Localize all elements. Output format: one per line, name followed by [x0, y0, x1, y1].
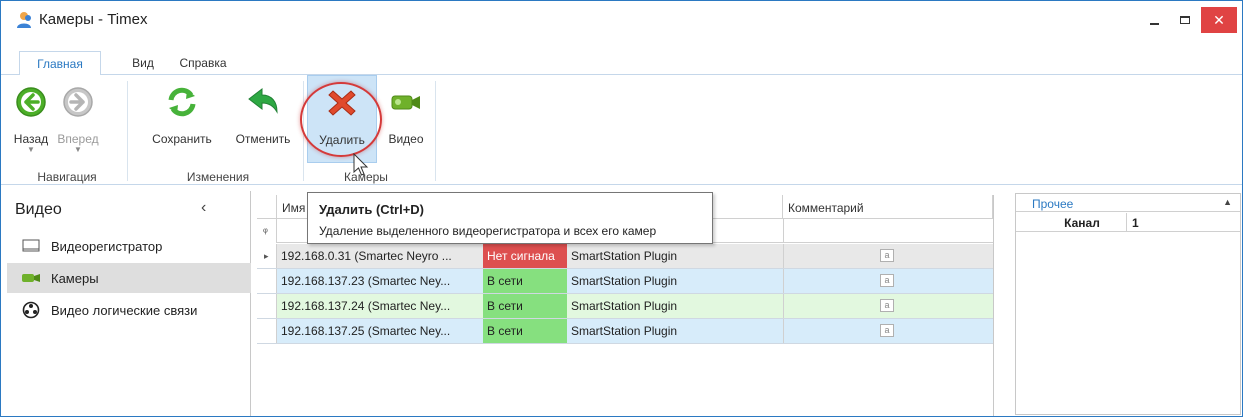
property-key: Канал [1064, 216, 1100, 230]
row-indicator[interactable]: ▸ [257, 244, 277, 268]
table-row[interactable]: 192.168.137.23 (Smartec Ney... В сети Smar… [257, 269, 993, 294]
video-label: Видео [388, 132, 424, 146]
table-row[interactable]: 192.168.137.25 (Smartec Ney... В сети Smar… [257, 319, 993, 344]
tab-help[interactable]: Справка [173, 51, 233, 75]
camera-name-cell[interactable]: 192.168.137.24 (Smartec Ney... [277, 294, 483, 318]
undo-icon [248, 87, 278, 114]
tab-home[interactable]: Главная [19, 51, 101, 76]
video-button[interactable]: Видео [381, 75, 431, 165]
highlight-circle [300, 82, 382, 157]
status-cell[interactable]: В сети [483, 294, 567, 318]
property-value[interactable]: 1 [1132, 216, 1139, 230]
source-cell[interactable]: SmartStation Plugin [567, 294, 783, 318]
nav-item-cameras[interactable]: Камеры [7, 263, 251, 293]
camera-icon [19, 269, 43, 287]
tooltip-title: Удалить (Ctrl+D) [319, 202, 424, 217]
row-indicator-header [257, 195, 277, 219]
property-category-label: Прочее [1032, 197, 1074, 211]
comment-cell[interactable]: a [783, 294, 993, 318]
column-header-comment[interactable]: Комментарий [783, 195, 993, 219]
title-bar: Камеры - Timex ✕ [1, 1, 1242, 41]
row-indicator[interactable] [257, 319, 277, 343]
camera-name-cell[interactable]: 192.168.0.31 (Smartec Neyro ... [277, 244, 483, 268]
comment-edit-icon[interactable]: a [880, 274, 894, 287]
comment-edit-icon[interactable]: a [880, 324, 894, 337]
delete-tooltip: Удалить (Ctrl+D) Удаление выделенного ви… [307, 192, 713, 244]
group-separator [435, 81, 436, 181]
back-button[interactable]: Назад ▼ [13, 75, 49, 165]
collapse-panel-icon[interactable]: ‹ [201, 199, 206, 217]
comment-edit-icon[interactable]: a [880, 249, 894, 262]
back-dropdown-icon[interactable]: ▼ [13, 145, 49, 154]
tooltip-description: Удаление выделенного видеорегистратора и… [319, 224, 657, 238]
filter-cell[interactable] [783, 219, 993, 243]
save-button[interactable]: Сохранить [144, 75, 220, 165]
status-cell[interactable]: Нет сигнала [483, 244, 567, 268]
ribbon: Назад ▼ Вперед ▼ Навигация Сохранить Отм… [1, 75, 1242, 185]
status-cell[interactable]: В сети [483, 269, 567, 293]
source-cell[interactable]: SmartStation Plugin [567, 269, 783, 293]
link-icon [19, 301, 43, 319]
nav-item-label: Видео логические связи [51, 302, 198, 318]
mouse-cursor-icon [353, 153, 369, 176]
property-category[interactable]: Прочее ▲ [1016, 194, 1240, 212]
collapse-icon[interactable]: ▲ [1223, 197, 1232, 207]
group-separator [127, 81, 128, 181]
camera-name-cell[interactable]: 192.168.137.25 (Smartec Ney... [277, 319, 483, 343]
grid-border [993, 195, 994, 416]
forward-arrow-icon [63, 87, 93, 117]
nav-item-label: Видеорегистратор [51, 238, 163, 254]
close-icon: ✕ [1213, 11, 1225, 28]
camera-icon [391, 95, 420, 110]
property-separator [1126, 213, 1127, 232]
close-button[interactable]: ✕ [1201, 7, 1237, 33]
nav-item-dvr[interactable]: Видеорегистратор [7, 231, 251, 261]
app-window: Камеры - Timex ✕ Главная Вид Справка Наз… [0, 0, 1243, 417]
source-cell[interactable]: SmartStation Plugin [567, 319, 783, 343]
row-indicator[interactable] [257, 269, 277, 293]
back-arrow-icon [16, 87, 46, 117]
group-label-navigation: Навигация [37, 170, 97, 184]
window-title: Камеры - Timex [39, 11, 148, 28]
source-cell[interactable]: SmartStation Plugin [567, 244, 783, 268]
nav-item-label: Камеры [51, 270, 99, 286]
minimize-icon [1149, 23, 1159, 25]
nav-item-links[interactable]: Видео логические связи [7, 295, 251, 325]
comment-cell[interactable]: a [783, 244, 993, 268]
camera-name-cell[interactable]: 192.168.137.23 (Smartec Ney... [277, 269, 483, 293]
forward-dropdown-icon[interactable]: ▼ [53, 145, 103, 154]
row-indicator[interactable] [257, 294, 277, 318]
comment-edit-icon[interactable]: a [880, 299, 894, 312]
forward-button[interactable]: Вперед ▼ [53, 75, 103, 165]
save-label: Сохранить [152, 132, 212, 146]
back-label: Назад [13, 132, 49, 146]
nav-title: Видео [15, 201, 62, 218]
ribbon-tabs: Главная Вид Справка [1, 51, 1242, 76]
comment-cell[interactable]: a [783, 319, 993, 343]
table-row[interactable]: 192.168.137.24 (Smartec Ney... В сети Smar… [257, 294, 993, 319]
property-row[interactable]: Канал 1 [1016, 213, 1240, 232]
maximize-icon [1180, 16, 1190, 24]
tab-view[interactable]: Вид [125, 51, 161, 75]
app-icon [17, 12, 31, 28]
table-row[interactable]: ▸ 192.168.0.31 (Smartec Neyro ... Нет сигн… [257, 244, 993, 269]
forward-label: Вперед [57, 132, 99, 146]
filter-icon: ᵩ [257, 219, 277, 243]
cancel-button[interactable]: Отменить [226, 75, 300, 165]
maximize-button[interactable] [1171, 7, 1199, 33]
video-nav-panel: Видео ‹ Видеорегистратор Камеры Видео ло… [7, 191, 251, 416]
properties-panel: Прочее ▲ Канал 1 [1015, 193, 1241, 415]
minimize-button[interactable] [1140, 7, 1168, 33]
refresh-icon [168, 87, 196, 117]
dvr-icon [19, 237, 43, 255]
comment-cell[interactable]: a [783, 269, 993, 293]
cancel-label: Отменить [235, 132, 291, 146]
status-cell[interactable]: В сети [483, 319, 567, 343]
group-label-changes: Изменения [186, 170, 250, 184]
